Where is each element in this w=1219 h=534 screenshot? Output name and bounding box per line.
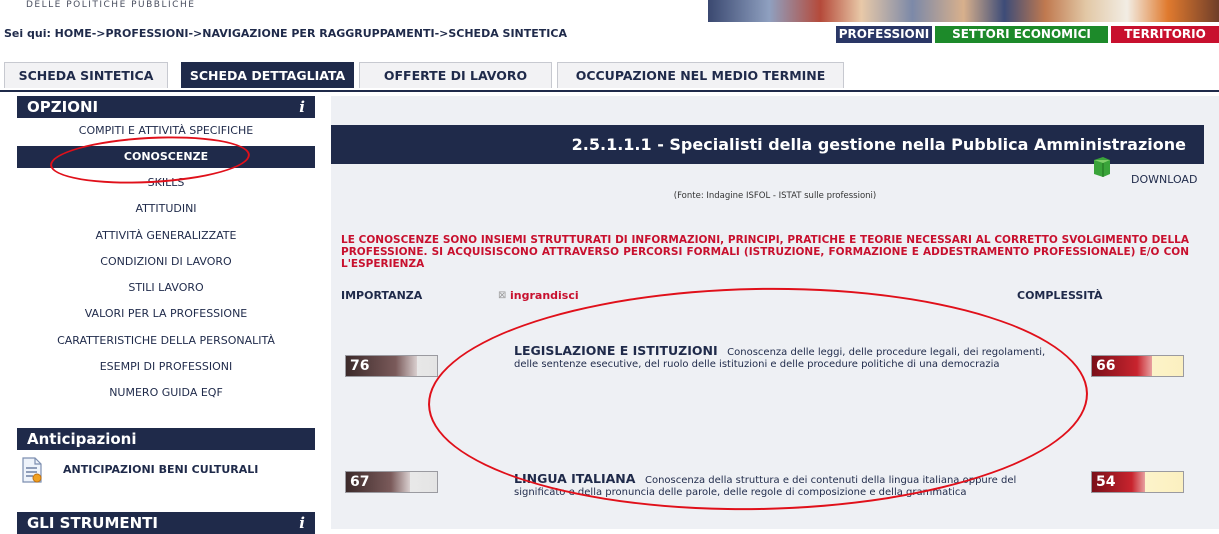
complessita-bar: 54 — [1091, 471, 1184, 493]
info-icon[interactable]: i — [299, 96, 305, 118]
knowledge-item: LEGISLAZIONE E ISTITUZIONI Conoscenza de… — [514, 343, 1046, 371]
tab-scheda-sintetica[interactable]: SCHEDA SINTETICA — [4, 62, 168, 88]
complessita-header: COMPLESSITÀ — [1017, 289, 1103, 302]
knowledge-item: LINGUA ITALIANA Conoscenza della struttu… — [514, 471, 1046, 499]
strumenti-title: GLI STRUMENTI — [27, 514, 158, 532]
source-note: (Fonte: Indagine ISFOL - ISTAT sulle pro… — [673, 191, 877, 201]
banner-photo — [708, 0, 1219, 22]
sidebar-item-conoscenze[interactable]: CONOSCENZE — [17, 146, 315, 168]
importanza-value: 67 — [350, 474, 370, 490]
strumenti-header: GLI STRUMENTI i — [17, 512, 315, 534]
knowledge-name: LEGISLAZIONE E ISTITUZIONI — [514, 343, 718, 358]
main-title-bar: 2.5.1.1.1 - Specialisti della gestione n… — [331, 125, 1204, 164]
image-placeholder-icon: ⊠ — [498, 290, 507, 301]
sidebar-item-valori[interactable]: VALORI PER LA PROFESSIONE — [17, 303, 315, 325]
breadcrumb: Sei qui: HOME->PROFESSIONI->NAVIGAZIONE … — [4, 27, 567, 40]
sidebar-item-compiti[interactable]: COMPITI E ATTIVITÀ SPECIFICHE — [17, 120, 315, 142]
sidebar-item-numero-guida-eqf[interactable]: NUMERO GUIDA EQF — [17, 382, 315, 404]
anticipazioni-beni-culturali-link[interactable]: ANTICIPAZIONI BENI CULTURALI — [63, 463, 258, 476]
ingrandisci-link[interactable]: ingrandisci — [510, 289, 579, 302]
download-icon[interactable] — [1091, 156, 1113, 178]
importanza-value: 76 — [350, 358, 370, 374]
nav-professioni-button[interactable]: PROFESSIONI — [836, 26, 932, 43]
importanza-bar: 67 — [345, 471, 438, 493]
complessita-value: 54 — [1096, 474, 1116, 490]
sidebar-item-caratteristiche[interactable]: CARATTERISTICHE DELLA PERSONALITÀ — [17, 330, 315, 352]
sidebar-item-stili-lavoro[interactable]: STILI LAVORO — [17, 277, 315, 299]
anticipazioni-header: Anticipazioni — [17, 428, 315, 450]
importanza-bar: 76 — [345, 355, 438, 377]
conoscenze-description: LE CONOSCENZE SONO INSIEMI STRUTTURATI D… — [341, 234, 1189, 270]
complessita-value: 66 — [1096, 358, 1116, 374]
sidebar-item-esempi[interactable]: ESEMPI DI PROFESSIONI — [17, 356, 315, 378]
document-icon — [21, 457, 43, 483]
sidebar-item-condizioni-di-lavoro[interactable]: CONDIZIONI DI LAVORO — [17, 251, 315, 273]
complessita-bar: 66 — [1091, 355, 1184, 377]
knowledge-name: LINGUA ITALIANA — [514, 471, 636, 486]
tab-offerte-di-lavoro[interactable]: OFFERTE DI LAVORO — [359, 62, 552, 88]
banner-logo-text: DELLE POLITICHE PUBBLICHE — [26, 0, 196, 10]
nav-settori-economici-button[interactable]: SETTORI ECONOMICI — [935, 26, 1108, 43]
sidebar-item-attitudini[interactable]: ATTITUDINI — [17, 198, 315, 220]
nav-territorio-button[interactable]: TERRITORIO — [1111, 26, 1219, 43]
opzioni-title: OPZIONI — [27, 98, 99, 116]
sidebar-item-attivita-generalizzate[interactable]: ATTIVITÀ GENERALIZZATE — [17, 225, 315, 247]
tab-scheda-dettagliata[interactable]: SCHEDA DETTAGLIATA — [181, 62, 354, 88]
opzioni-header: OPZIONI i — [17, 96, 315, 118]
top-banner: DELLE POLITICHE PUBBLICHE — [0, 0, 1219, 22]
importanza-header: IMPORTANZA — [341, 289, 423, 302]
download-link[interactable]: DOWNLOAD — [1131, 173, 1197, 186]
strumenti-info-icon[interactable]: i — [299, 512, 305, 534]
tab-occupazione-medio-termine[interactable]: OCCUPAZIONE NEL MEDIO TERMINE — [557, 62, 844, 88]
